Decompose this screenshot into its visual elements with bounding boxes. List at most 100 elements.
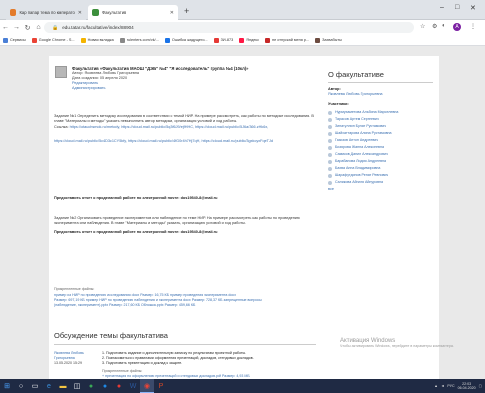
bookmark-item[interactable]: Google Chrome - S... xyxy=(31,37,75,43)
bookmark-item[interactable]: Ошибка жадущего... xyxy=(164,37,208,43)
user-icon xyxy=(328,174,332,178)
file-line[interactable]: Размер: 697,19 КБ пример НИР по проведен… xyxy=(54,298,262,302)
participants-label: Участники: xyxy=(328,102,349,106)
task2-text: Задание №2 Организовать проведение экспе… xyxy=(54,216,300,225)
content-sheet: Факультатив «Факультатив МАОШ "ДЭБ" №4" … xyxy=(49,56,439,379)
page-icon xyxy=(164,37,170,43)
participant-item[interactable]: Газизов Антон Андреевич xyxy=(328,138,433,143)
network-icon[interactable]: ▲ xyxy=(434,384,438,388)
close-icon[interactable]: ✕ xyxy=(78,10,82,16)
folder-icon[interactable]: ▬ xyxy=(56,379,70,393)
browser-tab-bar: Кар папар тема по кмператом ✕ Факультати… xyxy=(0,0,485,20)
participant-item[interactable]: Саликова Айгиля Айнуровна xyxy=(328,180,433,185)
user-icon xyxy=(328,139,332,143)
maximize-icon[interactable]: □ xyxy=(455,4,459,11)
participant-item[interactable]: Тарасов Артем Сергеевич xyxy=(328,117,433,122)
app-icon[interactable]: ● xyxy=(84,379,98,393)
page-icon xyxy=(119,37,125,43)
search-icon[interactable]: ○ xyxy=(14,379,28,393)
back-icon[interactable]: ← xyxy=(0,24,11,31)
link-4[interactable]: https://cloud.mail.ru/public/5c4D3c1CY5k… xyxy=(54,139,127,143)
link-5[interactable]: https://cloud.mail.ru/public/4fG0r4h7Hj7… xyxy=(128,139,200,143)
link-6[interactable]: https://cloud.mail.ru/public/3gxkcyxFqeT… xyxy=(201,139,273,143)
participant-item[interactable]: Бахва Анна Владимировна xyxy=(328,166,433,171)
minimize-icon[interactable]: – xyxy=(440,4,444,11)
user-icon xyxy=(328,160,332,164)
powerpoint-icon[interactable]: P xyxy=(154,379,168,393)
participant-item[interactable]: Шайхаттарова Алина Рустамовна xyxy=(328,131,433,136)
participant-item[interactable]: Зинатуллин Булат Рустамович xyxy=(328,124,433,129)
bookmark-star-icon[interactable]: ☆ xyxy=(420,23,425,30)
profile-avatar[interactable]: A xyxy=(453,23,461,31)
bookmark-item[interactable]: Захвабыты xyxy=(315,37,342,43)
menu-icon[interactable]: ⋮ xyxy=(470,23,476,30)
chrome-icon[interactable]: ◉ xyxy=(140,379,154,393)
bookmark-item[interactable]: rulenters.com/vk/... xyxy=(119,37,159,43)
tab-1[interactable]: Кар папар тема по кмператом ✕ xyxy=(6,5,86,20)
discussion-post: Яковлева Любовь Григорьевна 13.05.2020 1… xyxy=(54,351,316,379)
facultative-header: Факультатив «Факультатив МАОШ "ДЭБ" №4" … xyxy=(55,66,295,91)
post-author[interactable]: Яковлева Любовь Григорьевна xyxy=(54,351,96,361)
clock[interactable]: 22:03 06.04.2020 xyxy=(458,382,476,390)
tab-2-label: Факультатив xyxy=(102,10,127,15)
file-line[interactable]: (наблюдение, эксперимент).pptx Размер: 2… xyxy=(54,303,195,307)
bookmark-item[interactable]: не отпускай меня р... xyxy=(265,37,309,43)
windows-start-icon[interactable]: ⊞ xyxy=(0,379,14,393)
participant-item[interactable]: Самиков Данил Александрович xyxy=(328,152,433,157)
sidebar: О факультативе Автор: Яковлева Любовь Гр… xyxy=(328,70,433,192)
bookmark-item[interactable]: Сервисы xyxy=(3,37,26,43)
file-line[interactable]: пример из НИР по проведению исследования… xyxy=(54,293,236,297)
app-icon-2[interactable]: ● xyxy=(98,379,112,393)
admin-link[interactable]: Администрировать xyxy=(72,86,248,91)
task1-block: Задание №1 Определить методику исследова… xyxy=(54,114,316,144)
app-icon-3[interactable]: ● xyxy=(112,379,126,393)
close-icon[interactable]: ✕ xyxy=(170,10,174,16)
files-heading: Прикрепленные файлы: xyxy=(54,287,95,291)
new-tab-button[interactable]: + xyxy=(184,6,189,16)
divider xyxy=(54,344,316,345)
word-icon[interactable]: W xyxy=(126,379,140,393)
page-icon xyxy=(213,37,219,43)
extension-icon[interactable]: ⚙ xyxy=(432,23,437,30)
windows-activation-watermark: Активация Windows Чтобы активировать Win… xyxy=(340,338,454,348)
sidebar-author[interactable]: Яковлева Любовь Григорьевна xyxy=(328,92,433,97)
participant-item[interactable]: Шарафутдинов Ренат Ревнович xyxy=(328,173,433,178)
attached-files: Прикрепленные файлы: пример из НИР по пр… xyxy=(54,287,316,308)
lock-icon: 🔒 xyxy=(52,24,59,31)
link-2[interactable]: https://cloud.mail.ru/public/5q3f6J9/ejf… xyxy=(121,125,194,129)
participant-item[interactable]: Бизярова Жанна Алексеевна xyxy=(328,145,433,150)
store-icon[interactable]: ◫ xyxy=(70,379,84,393)
link-3[interactable]: https://cloud.mail.ru/public/5J6a/366.zH… xyxy=(195,125,268,129)
close-window-icon[interactable]: ✕ xyxy=(470,4,476,12)
url-field[interactable]: 🔒 edu.tatar.ru/facultative/index/88904 xyxy=(44,22,414,33)
bookmark-item[interactable]: Новая вкладка xyxy=(80,37,114,43)
volume-icon[interactable]: ◄ xyxy=(441,384,445,388)
page-icon xyxy=(265,37,271,43)
discussion-title: Обсуждение темы факультатива xyxy=(54,331,168,340)
facultative-avatar xyxy=(55,66,67,78)
language-indicator[interactable]: РУС xyxy=(447,384,454,388)
home-icon[interactable]: ⌂ xyxy=(33,24,44,31)
tab-2[interactable]: Факультатив ✕ xyxy=(88,5,178,20)
reload-icon[interactable]: ↻ xyxy=(22,24,33,32)
forward-icon[interactable]: → xyxy=(11,24,22,31)
extension-icon-2[interactable]: ◐ xyxy=(442,23,446,29)
task-view-icon[interactable]: ▭ xyxy=(28,379,42,393)
apps-icon xyxy=(3,37,8,43)
task2-report: Предоставить отчет о проделанной работе … xyxy=(54,230,218,234)
tab-1-label: Кар папар тема по кмператом xyxy=(19,10,75,15)
user-icon xyxy=(328,167,332,171)
post-date: 13.05.2020 15:29 xyxy=(54,361,82,365)
yandex-icon xyxy=(239,37,245,43)
system-tray: ▲ ◄ РУС 22:03 06.04.2020 ▢ xyxy=(434,379,482,393)
participant-item[interactable]: Нурмухаметова Альбина Марселевна xyxy=(328,110,433,115)
participant-item[interactable]: Барабанова Лидия Андреевна xyxy=(328,159,433,164)
bookmark-item[interactable]: ЗИ-873 xyxy=(213,37,233,43)
edge-icon[interactable]: e xyxy=(42,379,56,393)
link-1[interactable]: https://otauchsmok.ru/metody, xyxy=(70,125,121,129)
notifications-icon[interactable]: ▢ xyxy=(479,384,482,388)
bookmark-item[interactable]: Яндекс xyxy=(239,37,259,43)
address-bar-row: ← → ↻ ⌂ 🔒 edu.tatar.ru/facultative/index… xyxy=(0,20,485,35)
windows-taskbar: ⊞ ○ ▭ e ▬ ◫ ● ● ● W ◉ P ▲ ◄ РУС 22:03 06… xyxy=(0,379,485,393)
show-all-link[interactable]: все xyxy=(328,187,433,192)
